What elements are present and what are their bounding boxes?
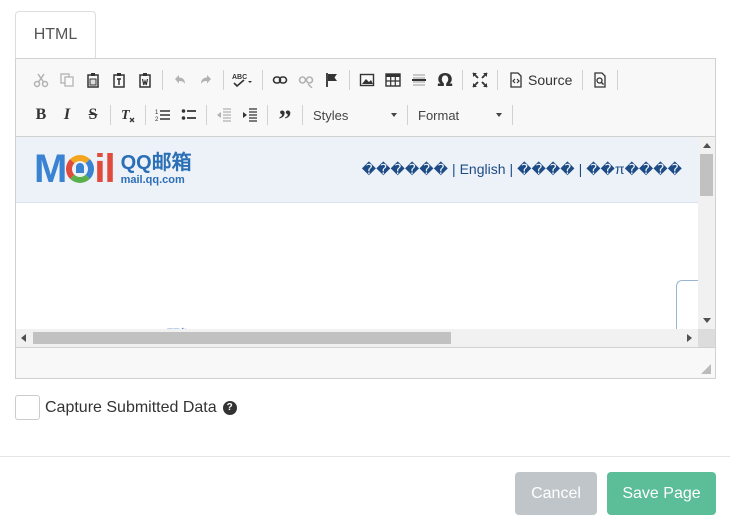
toolbar-row-1: ABC Ω Source — [28, 66, 622, 94]
tab-html[interactable]: HTML — [15, 11, 96, 60]
styles-dropdown[interactable]: Styles — [307, 103, 403, 127]
image-icon[interactable] — [354, 66, 380, 94]
source-icon — [510, 72, 522, 88]
save-page-button[interactable]: Save Page — [607, 472, 716, 515]
scrollbar-corner — [698, 329, 715, 347]
toolbar-separator — [497, 70, 498, 90]
header-link-english[interactable]: English — [460, 161, 506, 177]
format-dropdown[interactable]: Format — [412, 103, 508, 127]
html-editor: ABC Ω Source B I S T 1 2 ” Styles Format… — [15, 58, 716, 379]
toolbar-separator — [223, 70, 224, 90]
toolbar-row-2: B I S T 12 ” Styles Format — [28, 101, 517, 133]
preview-icon[interactable] — [587, 66, 613, 94]
indent-icon[interactable] — [237, 101, 263, 129]
toolbar-separator — [512, 105, 513, 125]
link-icon[interactable] — [267, 66, 293, 94]
svg-text:ABC: ABC — [232, 74, 247, 81]
cut-icon[interactable] — [28, 66, 54, 94]
header-link[interactable]: ������ — [362, 161, 448, 177]
table-icon[interactable] — [380, 66, 406, 94]
vertical-scrollbar[interactable] — [698, 137, 715, 329]
bulleted-list-icon[interactable] — [176, 101, 202, 129]
chevron-down-icon — [496, 113, 502, 117]
toolbar-separator — [407, 105, 408, 125]
scroll-right-icon[interactable] — [687, 334, 692, 342]
toolbar-separator — [617, 70, 619, 90]
special-char-icon[interactable]: Ω — [432, 66, 458, 94]
source-label: Source — [528, 72, 573, 88]
bold-button[interactable]: B — [28, 101, 54, 129]
svg-text:2: 2 — [155, 117, 159, 123]
chevron-down-icon — [391, 113, 397, 117]
toolbar-separator — [582, 70, 584, 90]
editor-content[interactable]: Mil QQ邮箱 mail.qq.com ������ | English | ����… — [16, 137, 715, 347]
toolbar-separator — [162, 70, 163, 90]
preview-mail-header: Mil QQ邮箱 mail.qq.com ������ | English | ����… — [16, 137, 698, 203]
toolbar-separator — [145, 105, 146, 125]
numbered-list-icon[interactable]: 12 — [150, 101, 176, 129]
scroll-up-icon[interactable] — [703, 143, 711, 148]
strikethrough-button[interactable]: S — [80, 101, 106, 129]
paste-word-icon[interactable] — [132, 66, 158, 94]
format-label: Format — [418, 107, 460, 123]
anchor-flag-icon[interactable] — [319, 66, 345, 94]
redo-icon[interactable] — [193, 66, 219, 94]
blockquote-icon[interactable]: ” — [272, 101, 298, 133]
logo-letters-il: il — [94, 147, 115, 191]
maximize-icon[interactable] — [467, 66, 493, 94]
spellcheck-icon[interactable]: ABC — [228, 66, 258, 94]
horizontal-scrollbar[interactable] — [16, 329, 698, 347]
logo-qq-text: QQ邮箱 — [120, 152, 192, 174]
unlink-icon[interactable] — [293, 66, 319, 94]
qq-mail-logo: Mil QQ邮箱 mail.qq.com — [34, 149, 192, 189]
question-circle-icon[interactable]: ? — [222, 400, 237, 415]
svg-text:1: 1 — [155, 110, 159, 116]
header-link[interactable]: ��π���� — [586, 161, 682, 177]
capture-checkbox[interactable] — [15, 395, 40, 420]
header-links: ������ | English | ���� | ��π���� — [361, 161, 682, 177]
horizontal-rule-icon[interactable] — [406, 66, 432, 94]
styles-label: Styles — [313, 107, 349, 123]
paste-text-icon[interactable] — [106, 66, 132, 94]
logo-o-icon — [66, 155, 95, 183]
header-link[interactable]: ���� — [517, 161, 574, 177]
logo-url-text: mail.qq.com — [120, 174, 185, 186]
toolbar-separator — [302, 105, 303, 125]
toolbar-separator — [267, 105, 268, 125]
paste-icon[interactable] — [80, 66, 106, 94]
outdent-icon[interactable] — [211, 101, 237, 129]
footer-divider — [0, 456, 730, 457]
scroll-thumb[interactable] — [33, 332, 451, 344]
undo-icon[interactable] — [167, 66, 193, 94]
resize-grip-icon[interactable] — [701, 364, 711, 374]
capture-label: Capture Submitted Data — [45, 398, 217, 416]
toolbar-separator — [349, 70, 350, 90]
logo-letter-m: M — [34, 147, 67, 191]
source-button[interactable]: Source — [502, 66, 578, 94]
editor-toolbar: ABC Ω Source B I S T 1 2 ” Styles Format — [16, 59, 715, 137]
toolbar-separator — [110, 105, 111, 125]
italic-button[interactable]: I — [54, 101, 80, 129]
remove-format-icon[interactable]: T — [115, 101, 141, 129]
cancel-button[interactable]: Cancel — [515, 472, 597, 515]
scroll-down-icon[interactable] — [703, 318, 711, 323]
tab-bar: HTML — [15, 10, 715, 60]
scroll-thumb[interactable] — [700, 154, 713, 196]
copy-icon[interactable] — [54, 66, 80, 94]
svg-text:T: T — [121, 108, 131, 123]
toolbar-separator — [462, 70, 463, 90]
toolbar-separator — [262, 70, 263, 90]
editor-status-bar — [16, 347, 715, 378]
scroll-left-icon[interactable] — [21, 334, 26, 342]
toolbar-separator — [206, 105, 207, 125]
capture-submitted-data: Capture Submitted Data ? — [15, 395, 237, 420]
